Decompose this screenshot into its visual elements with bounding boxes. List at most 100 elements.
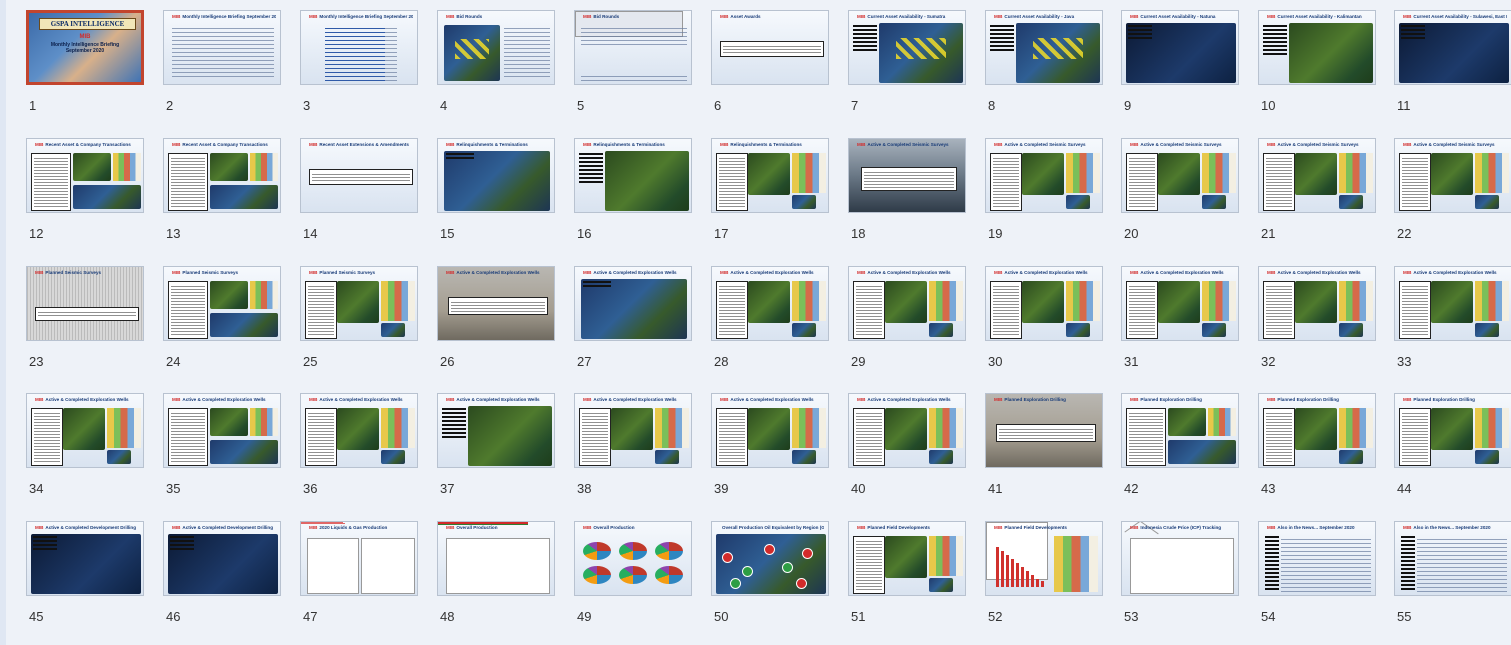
slide-thumbnail-46[interactable]: MIB Active & Completed Development Drilli… — [163, 521, 281, 596]
slide-thumbnail-cell: MIB Active & Completed Seismic Surveys 22 — [1394, 138, 1511, 258]
mib-logo: MIB — [1267, 142, 1276, 147]
slide-thumbnail-27[interactable]: MIB Active & Completed Exploration Wells — [574, 266, 692, 341]
slide-thumbnail-42[interactable]: MIB Planned Exploration Drilling — [1121, 393, 1239, 468]
slide-thumbnail-22[interactable]: MIB Active & Completed Seismic Surveys — [1394, 138, 1511, 213]
slide-thumbnail-12[interactable]: MIB Recent Asset & Company Transactions — [26, 138, 144, 213]
well-log — [113, 153, 141, 181]
slide-thumbnail-51[interactable]: MIB Planned Field Developments — [848, 521, 966, 596]
legend-bars — [442, 408, 466, 438]
slide-title-text: Relinquishments & Terminations — [456, 142, 528, 147]
slide-title: MIB Active & Completed Exploration Wells — [583, 397, 687, 402]
slide-thumbnail-34[interactable]: MIB Active & Completed Exploration Wells — [26, 393, 144, 468]
slide-title: MIB Active & Completed Exploration Wells — [994, 270, 1098, 275]
slide-thumbnail-29[interactable]: MIB Active & Completed Exploration Wells — [848, 266, 966, 341]
slide-thumbnail-cell: MIB Active & Completed Exploration Wells 2… — [574, 266, 710, 386]
slide-thumbnail-23[interactable]: MIB Planned Seismic Surveys — [26, 266, 144, 341]
slide-title-text: Asset Awards — [730, 14, 761, 19]
slide-title: MIB Active & Completed Development Drilli… — [35, 525, 139, 530]
slide-thumbnail-32[interactable]: MIB Active & Completed Exploration Wells — [1258, 266, 1376, 341]
mib-logo: MIB — [583, 14, 592, 19]
text-lines — [172, 25, 274, 77]
mib-logo: MIB — [583, 525, 592, 530]
slide-thumbnail-30[interactable]: MIB Active & Completed Exploration Wells — [985, 266, 1103, 341]
map-image — [1431, 408, 1473, 450]
map-image — [444, 25, 500, 81]
slide-thumbnail-54[interactable]: MIB Also in the News... September 2020 — [1258, 521, 1376, 596]
slide-thumbnail-41[interactable]: MIB Planned Exploration Drilling — [985, 393, 1103, 468]
slide-thumbnail-10[interactable]: MIB Current Asset Availability - Kalimant… — [1258, 10, 1376, 85]
slide-thumbnail-16[interactable]: MIB Relinquishments & Terminations — [574, 138, 692, 213]
slide-thumbnail-11[interactable]: MIB Current Asset Availability - Sulawesi… — [1394, 10, 1511, 85]
slide-number: 14 — [303, 226, 318, 241]
slide-thumbnail-26[interactable]: MIB Active & Completed Exploration Wells — [437, 266, 555, 341]
map-image — [1339, 323, 1363, 337]
slide-thumbnail-4[interactable]: MIB Bid Rounds — [437, 10, 555, 85]
slide-thumbnail-20[interactable]: MIB Active & Completed Seismic Surveys — [1121, 138, 1239, 213]
slide-thumbnail-40[interactable]: MIB Active & Completed Exploration Wells — [848, 393, 966, 468]
slide-thumbnail-cell: MIB Active & Completed Exploration Wells 3… — [1121, 266, 1257, 386]
map-image — [107, 450, 131, 464]
slide-thumbnail-14[interactable]: MIB Recent Asset Extensions & Amendments — [300, 138, 418, 213]
slide-thumbnail-8[interactable]: MIB Current Asset Availability - Java — [985, 10, 1103, 85]
slide-number: 38 — [577, 481, 592, 496]
slide-thumbnail-2[interactable]: MIB Monthly Intelligence Briefing Septemb… — [163, 10, 281, 85]
slide-thumbnail-43[interactable]: MIB Planned Exploration Drilling — [1258, 393, 1376, 468]
slide-number: 17 — [714, 226, 729, 241]
slide-number: 7 — [851, 98, 859, 113]
well-log — [381, 408, 415, 448]
slide-thumbnail-7[interactable]: MIB Current Asset Availability - Sumatra — [848, 10, 966, 85]
slide-number: 8 — [988, 98, 996, 113]
slide-thumbnail-cell: MIB Planned Exploration Drilling 41 — [985, 393, 1121, 513]
slide-thumbnail-21[interactable]: MIB Active & Completed Seismic Surveys — [1258, 138, 1376, 213]
slide-thumbnail-36[interactable]: MIB Active & Completed Exploration Wells — [300, 393, 418, 468]
slide-thumbnail-53[interactable]: MIB Indonesia Crude Price (ICP) Tracking — [1121, 521, 1239, 596]
slide-thumbnail-37[interactable]: MIB Active & Completed Exploration Wells — [437, 393, 555, 468]
slide-thumbnail-52[interactable]: MIB Planned Field Developments — [985, 521, 1103, 596]
slide-thumbnail-15[interactable]: MIB Relinquishments & Terminations — [437, 138, 555, 213]
mib-logo: MIB — [857, 14, 866, 19]
slide-thumbnail-18[interactable]: MIB Active & Completed Seismic Surveys — [848, 138, 966, 213]
slide-number: 23 — [29, 354, 44, 369]
slide-thumbnail-17[interactable]: MIB Relinquishments & Terminations — [711, 138, 829, 213]
slide-thumbnail-35[interactable]: MIB Active & Completed Exploration Wells — [163, 393, 281, 468]
slide-title: MIB Active & Completed Exploration Wells — [720, 397, 824, 402]
map-image — [381, 450, 405, 464]
slide-thumbnail-6[interactable]: MIB Asset Awards — [711, 10, 829, 85]
slide-thumbnail-19[interactable]: MIB Active & Completed Seismic Surveys — [985, 138, 1103, 213]
mib-logo: MIB — [1403, 142, 1412, 147]
slide-title-text: Current Asset Availability - Natuna — [1140, 14, 1216, 19]
slide-thumbnail-48[interactable]: MIB Overall Production — [437, 521, 555, 596]
slide-thumbnail-38[interactable]: MIB Active & Completed Exploration Wells — [574, 393, 692, 468]
text-box — [448, 297, 548, 315]
slide-thumbnail-1[interactable]: GSPA INTELLIGENCE MIB Monthly Intelligence… — [26, 10, 144, 85]
slide-thumbnail-33[interactable]: MIB Active & Completed Exploration Wells — [1394, 266, 1511, 341]
slide-thumbnail-39[interactable]: MIB Active & Completed Exploration Wells — [711, 393, 829, 468]
slide-thumbnail-49[interactable]: MIB Overall Production — [574, 521, 692, 596]
slide-thumbnail-13[interactable]: MIB Recent Asset & Company Transactions — [163, 138, 281, 213]
slide-thumbnail-28[interactable]: MIB Active & Completed Exploration Wells — [711, 266, 829, 341]
slide-thumbnail-9[interactable]: MIB Current Asset Availability - Natuna — [1121, 10, 1239, 85]
slide-thumbnail-47[interactable]: MIB 2020 Liquids & Gas Production — [300, 521, 418, 596]
slide-thumbnail-50[interactable]: Overall Production Oil Equivalent by Reg… — [711, 521, 829, 596]
mib-logo: MIB — [172, 525, 181, 530]
pie-chart — [619, 566, 647, 584]
mib-logo: MIB — [1267, 270, 1276, 275]
slide-number: 33 — [1397, 354, 1412, 369]
slide-title: MIB 2020 Liquids & Gas Production — [309, 525, 413, 530]
slide-title: MIB Active & Completed Seismic Surveys — [1267, 142, 1371, 147]
text-box — [31, 408, 63, 466]
slide-thumbnail-55[interactable]: MIB Also in the News... September 2020 — [1394, 521, 1511, 596]
slide-thumbnail-cell: MIB Current Asset Availability - Natuna 9 — [1121, 10, 1257, 130]
slide-thumbnail-3[interactable]: MIB Monthly Intelligence Briefing Septemb… — [300, 10, 418, 85]
slide-thumbnail-45[interactable]: MIB Active & Completed Development Drilli… — [26, 521, 144, 596]
slide-thumbnail-5[interactable]: MIB Bid Rounds — [574, 10, 692, 85]
slide-thumbnail-31[interactable]: MIB Active & Completed Exploration Wells — [1121, 266, 1239, 341]
slide-thumbnail-cell: GSPA INTELLIGENCE MIB Monthly Intelligence… — [26, 10, 162, 130]
slide-thumbnail-24[interactable]: MIB Planned Seismic Surveys — [163, 266, 281, 341]
slide-title: MIB Planned Field Developments — [994, 525, 1098, 530]
slide-thumbnail-25[interactable]: MIB Planned Seismic Surveys — [300, 266, 418, 341]
map-image — [1022, 153, 1064, 195]
text-box — [990, 281, 1022, 339]
slide-title: MIB Active & Completed Exploration Wells — [309, 397, 413, 402]
slide-thumbnail-44[interactable]: MIB Planned Exploration Drilling — [1394, 393, 1511, 468]
